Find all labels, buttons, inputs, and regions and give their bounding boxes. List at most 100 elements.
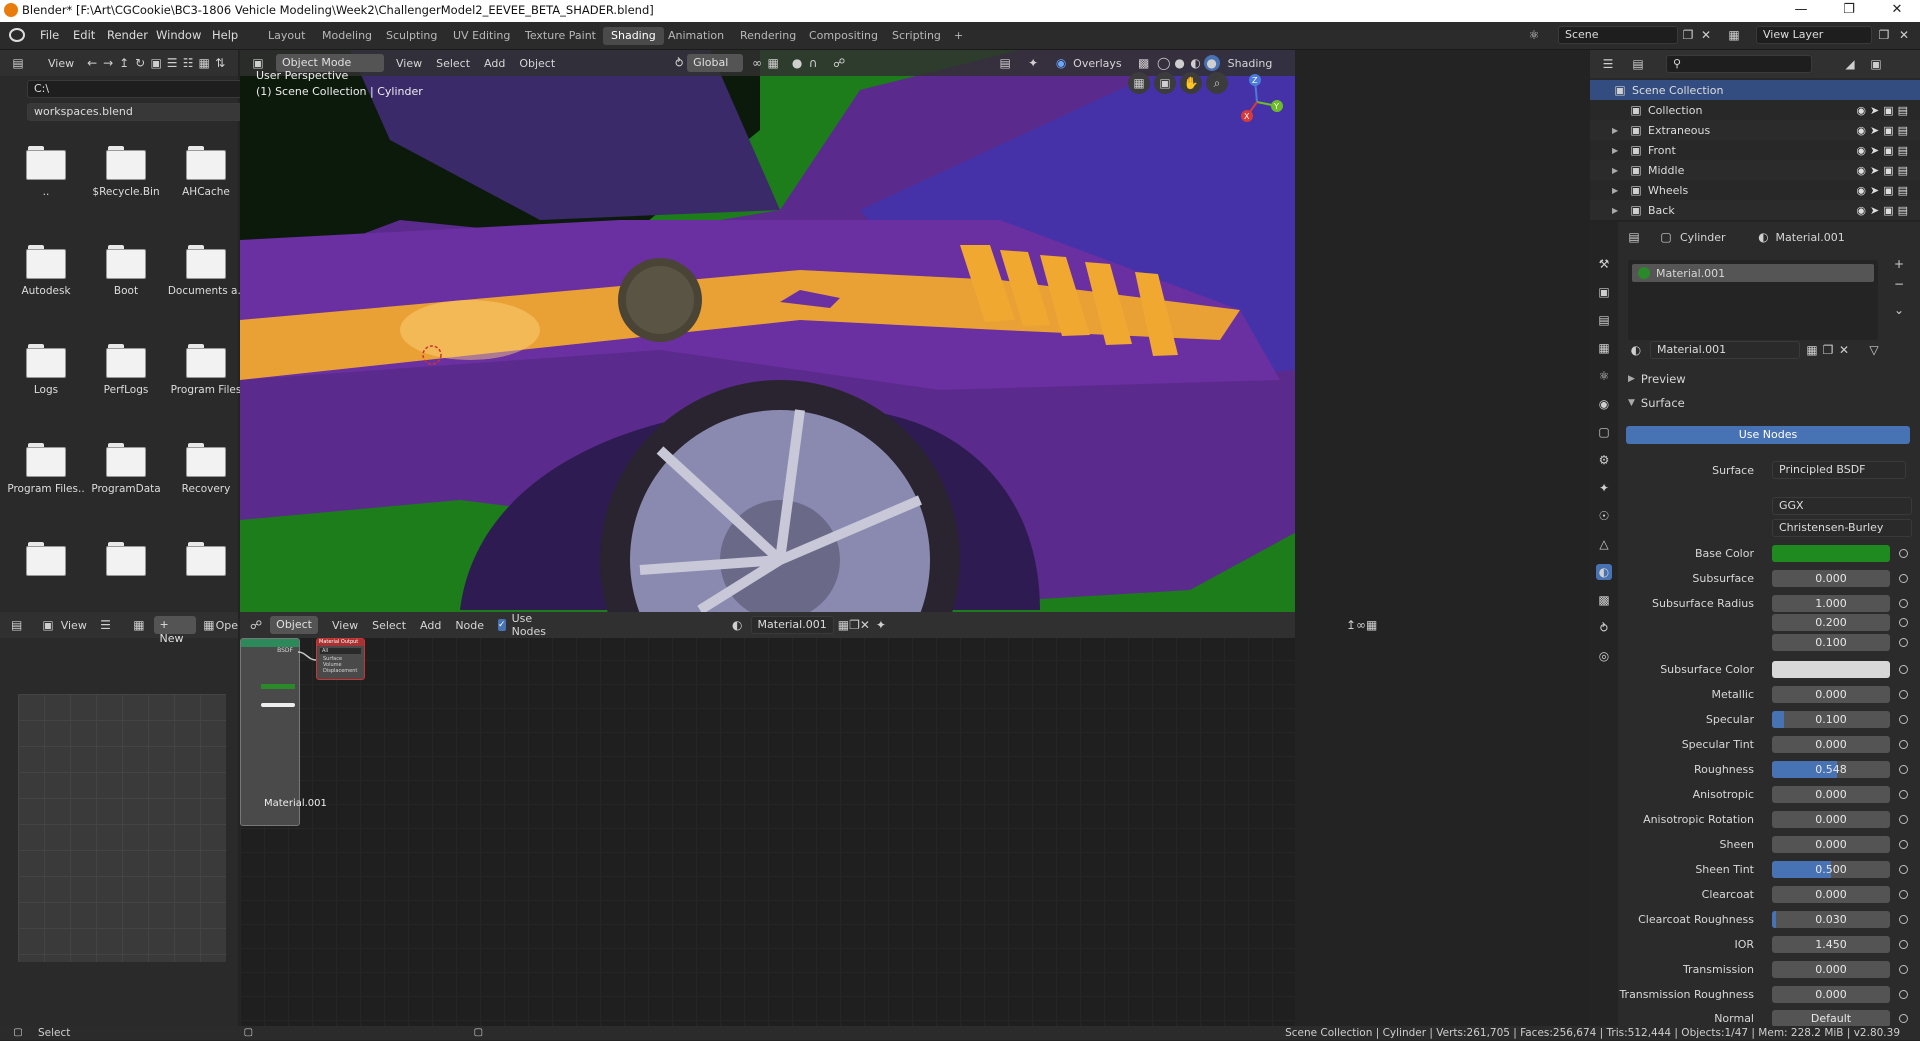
filter-icon[interactable]: ◢ bbox=[1842, 56, 1858, 72]
tab-sculpting[interactable]: Sculpting bbox=[378, 27, 445, 45]
new-collection-icon[interactable]: ▣ bbox=[1868, 56, 1884, 72]
visibility-eye-icon[interactable]: ◉ bbox=[1856, 164, 1870, 177]
material-browse-icon[interactable]: ◐ bbox=[1628, 342, 1644, 358]
file-item[interactable]: Recovery bbox=[166, 443, 246, 495]
output-tab-icon[interactable]: ▤ bbox=[1596, 312, 1612, 328]
detail-view-icon[interactable]: ☷ bbox=[180, 55, 196, 71]
file-item[interactable] bbox=[166, 542, 246, 582]
node-editor[interactable]: ☍ Object View Select Add Node ✓ Use Node… bbox=[240, 612, 1377, 1026]
material-slot-list[interactable]: Material.001 bbox=[1628, 260, 1878, 340]
material-fake-user-icon[interactable]: ▦ bbox=[1804, 342, 1820, 358]
file-item[interactable]: AHCache bbox=[166, 146, 246, 198]
viewport-menu-view[interactable]: View bbox=[396, 57, 422, 70]
socket-link-icon[interactable] bbox=[1899, 790, 1908, 799]
duplicate-material-icon[interactable]: ❐ bbox=[849, 617, 860, 633]
slot-specials-icon[interactable]: ⌄ bbox=[1891, 302, 1907, 318]
rendered-shading-icon[interactable]: ● bbox=[1203, 55, 1220, 71]
tab-compositing[interactable]: Compositing bbox=[801, 27, 886, 45]
property-value-field[interactable]: 0.548 bbox=[1772, 761, 1890, 778]
node-editor-type-icon[interactable]: ☍ bbox=[250, 617, 262, 633]
remove-layer-icon[interactable]: ✕ bbox=[1896, 27, 1912, 43]
tab-shading[interactable]: Shading bbox=[603, 27, 664, 45]
visibility-eye-icon[interactable]: ◉ bbox=[1856, 104, 1870, 117]
property-value-field[interactable]: 0.000 bbox=[1772, 961, 1890, 978]
viewport-display-icon[interactable]: ▣ bbox=[1883, 204, 1897, 217]
render-tab-icon[interactable]: ▣ bbox=[1596, 284, 1612, 300]
node-menu-select[interactable]: Select bbox=[372, 619, 406, 632]
socket-link-icon[interactable] bbox=[1899, 618, 1908, 627]
file-item[interactable] bbox=[6, 542, 86, 582]
file-item[interactable]: Documents a.. bbox=[166, 245, 246, 297]
socket-link-icon[interactable] bbox=[1899, 965, 1908, 974]
tab-rendering[interactable]: Rendering bbox=[732, 27, 804, 45]
render-camera-icon[interactable]: ▤ bbox=[1898, 104, 1912, 117]
socket-link-icon[interactable] bbox=[1899, 765, 1908, 774]
material-datablock-field[interactable]: Material.001 bbox=[1650, 341, 1800, 359]
material-slot[interactable]: Material.001 bbox=[1632, 264, 1874, 282]
object-tab-icon[interactable]: ▢ bbox=[1596, 424, 1612, 440]
file-item[interactable]: Autodesk bbox=[6, 245, 86, 297]
material-output-target[interactable]: All bbox=[320, 648, 361, 654]
properties-type-icon[interactable]: ▤ bbox=[1626, 229, 1642, 245]
render-camera-icon[interactable]: ▤ bbox=[1898, 184, 1912, 197]
file-item[interactable]: ProgramData bbox=[86, 443, 166, 495]
grid-view-icon[interactable]: ▦ bbox=[1128, 72, 1150, 94]
socket-link-icon[interactable] bbox=[1899, 815, 1908, 824]
property-value-field[interactable]: 0.000 bbox=[1772, 736, 1890, 753]
selectable-arrow-icon[interactable]: ➤ bbox=[1870, 184, 1883, 197]
tab-scripting[interactable]: Scripting bbox=[884, 27, 949, 45]
render-camera-icon[interactable]: ▤ bbox=[1898, 204, 1912, 217]
socket-link-icon[interactable] bbox=[1899, 549, 1908, 558]
material-output-node[interactable]: Material Output All Surface Volume Displ… bbox=[316, 638, 365, 680]
color-swatch[interactable] bbox=[1772, 661, 1890, 678]
tab-uv-editing[interactable]: UV Editing bbox=[445, 27, 518, 45]
outliner-row[interactable]: ▶ ▣ Back ◉➤▣▤ bbox=[1590, 200, 1920, 220]
falloff-icon[interactable]: ∩ bbox=[805, 55, 821, 71]
tool-tab-icon[interactable]: ⚒ bbox=[1596, 256, 1612, 272]
gizmo-toggle-icon[interactable]: ✦ bbox=[1025, 55, 1041, 71]
socket-link-icon[interactable] bbox=[1899, 665, 1908, 674]
remove-slot-icon[interactable]: − bbox=[1891, 276, 1907, 292]
visibility-eye-icon[interactable]: ◉ bbox=[1856, 184, 1870, 197]
list-view-icon[interactable]: ☰ bbox=[164, 55, 180, 71]
property-value-field[interactable]: Default bbox=[1772, 1010, 1890, 1027]
preview-panel-header[interactable]: ▶ Preview bbox=[1628, 372, 1686, 386]
outliner-row[interactable]: ▶ ▣ Wheels ◉➤▣▤ bbox=[1590, 180, 1920, 200]
overlays-dropdown[interactable]: Overlays bbox=[1073, 57, 1122, 70]
expand-arrow-icon[interactable]: ▶ bbox=[1612, 146, 1622, 155]
property-value-field[interactable]: 0.100 bbox=[1772, 711, 1890, 728]
tab-animation[interactable]: Animation bbox=[660, 27, 732, 45]
file-item[interactable]: Boot bbox=[86, 245, 166, 297]
expand-arrow-icon[interactable]: ▶ bbox=[1612, 186, 1622, 195]
viewport-display-icon[interactable]: ▣ bbox=[1883, 184, 1897, 197]
viewport-display-icon[interactable]: ▣ bbox=[1883, 144, 1897, 157]
property-value-field[interactable]: 0.000 bbox=[1772, 886, 1890, 903]
open-image-label[interactable]: Ope bbox=[216, 619, 238, 632]
copy-icon[interactable]: ❐ bbox=[1680, 27, 1696, 43]
view-layer-tab-icon[interactable]: ▦ bbox=[1596, 340, 1612, 356]
outliner-row[interactable]: ▣ Collection ◉➤▣▤ bbox=[1590, 100, 1920, 120]
image-editor-type-icon[interactable]: ▤ bbox=[10, 617, 23, 633]
tab-texture-paint[interactable]: Texture Paint bbox=[517, 27, 604, 45]
file-item[interactable]: Program Files.. bbox=[6, 443, 86, 495]
back-arrow-icon[interactable]: ← bbox=[84, 55, 100, 71]
file-view-menu[interactable]: View bbox=[48, 57, 74, 70]
selectable-arrow-icon[interactable]: ➤ bbox=[1870, 204, 1883, 217]
color-swatch[interactable] bbox=[1772, 545, 1890, 562]
use-nodes-button[interactable]: Use Nodes bbox=[1626, 426, 1910, 444]
socket-link-icon[interactable] bbox=[1899, 990, 1908, 999]
image-view-menu[interactable]: View bbox=[61, 619, 87, 632]
property-value-field[interactable]: 0.100 bbox=[1772, 634, 1890, 651]
menu-window[interactable]: Window bbox=[156, 28, 201, 42]
socket-link-icon[interactable] bbox=[1899, 890, 1908, 899]
node-menu-node[interactable]: Node bbox=[455, 619, 484, 632]
socket-link-icon[interactable] bbox=[1899, 574, 1908, 583]
snap-element-icon[interactable]: ▦ bbox=[1366, 617, 1377, 633]
visibility-eye-icon[interactable]: ◉ bbox=[1856, 144, 1870, 157]
menu-render[interactable]: Render bbox=[107, 28, 148, 42]
snap-icon[interactable]: ∞ bbox=[749, 55, 765, 71]
parent-node-icon[interactable]: ↥ bbox=[1346, 617, 1356, 633]
node-menu-view[interactable]: View bbox=[332, 619, 358, 632]
socket-link-icon[interactable] bbox=[1899, 940, 1908, 949]
property-value-field[interactable]: 0.000 bbox=[1772, 836, 1890, 853]
